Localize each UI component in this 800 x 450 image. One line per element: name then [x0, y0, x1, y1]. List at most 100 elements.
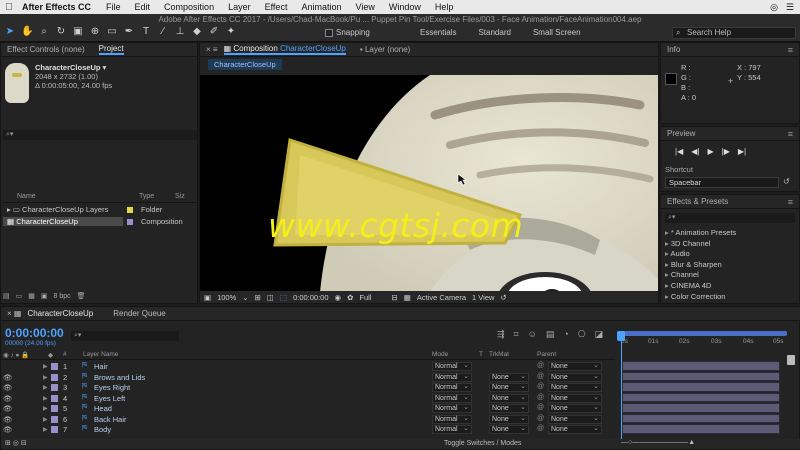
type-tool-icon[interactable]: T	[140, 26, 152, 38]
brush-tool-icon[interactable]: ∕	[157, 26, 169, 38]
visibility-eye-icon[interactable]: 👁	[3, 383, 13, 392]
zoom-tool-icon[interactable]: ⌕	[38, 26, 50, 38]
column-layer-name[interactable]: Layer Name	[83, 351, 118, 358]
comp-flowchart-icon[interactable]: ⇶	[497, 329, 505, 340]
hand-tool-icon[interactable]: ✋	[21, 26, 33, 38]
layer-parent-dropdown[interactable]: None	[548, 362, 602, 371]
new-composition-icon[interactable]: ▦	[28, 292, 35, 300]
panel-menu-icon[interactable]: ≡	[788, 45, 793, 55]
layer-parent-dropdown[interactable]: None	[548, 404, 602, 413]
pick-whip-icon[interactable]: @	[537, 415, 544, 422]
layer-duration-bar[interactable]	[622, 361, 780, 371]
view-layout-dropdown[interactable]: 1 View	[472, 293, 494, 302]
always-preview-icon[interactable]: ▣	[204, 293, 211, 302]
region-of-interest-icon[interactable]: ⬚	[280, 293, 287, 302]
layer-label-swatch[interactable]	[51, 415, 58, 423]
visibility-eye-icon[interactable]: 👁	[3, 425, 13, 434]
column-number[interactable]: #	[63, 351, 67, 358]
clone-stamp-tool-icon[interactable]: ⊥	[174, 26, 186, 38]
expand-triangle-icon[interactable]: ▶	[43, 384, 48, 391]
layer-trkmat-dropdown[interactable]: None	[489, 383, 529, 392]
effects-category[interactable]: 3D Channel	[665, 239, 736, 250]
layer-label-swatch[interactable]	[51, 405, 58, 412]
menu-edit[interactable]: Edit	[128, 2, 158, 12]
pick-whip-icon[interactable]: @	[537, 362, 544, 369]
layer-parent-dropdown[interactable]: None	[548, 393, 602, 403]
panel-menu-icon[interactable]: ≡	[788, 129, 793, 139]
project-search-input[interactable]: ⌕▾	[3, 130, 197, 140]
layer-duration-bar[interactable]	[622, 403, 780, 413]
layer-mode-dropdown[interactable]: Normal	[432, 404, 472, 413]
timeline-timecode[interactable]: 0:00:00:00	[5, 326, 64, 340]
snapping-toggle[interactable]: Snapping	[325, 28, 370, 37]
new-folder-icon[interactable]: ▭	[16, 292, 23, 300]
timeline-layer-row[interactable]: 👁 ▶ 3 ⛿ Eyes Right Normal None @ None	[1, 382, 615, 393]
tab-layer[interactable]: ▪ Layer (none)	[360, 45, 410, 54]
label-color-swatch[interactable]	[127, 218, 133, 225]
layer-duration-bar[interactable]	[622, 413, 780, 423]
camera-dropdown[interactable]: Active Camera	[417, 293, 466, 302]
visibility-eye-icon[interactable]: 👁	[3, 394, 13, 403]
pick-whip-icon[interactable]: @	[537, 373, 544, 380]
search-help-field[interactable]: ⌕ Search Help	[672, 27, 796, 39]
interpret-footage-icon[interactable]: ▤	[3, 292, 10, 300]
info-panel-title[interactable]: Info	[667, 45, 680, 54]
resolution-dropdown[interactable]: Full	[359, 293, 371, 302]
layer-label-swatch[interactable]	[51, 373, 58, 381]
timeline-footer-icons[interactable]: ⊞ ◎ ⊟	[5, 439, 27, 447]
pen-tool-icon[interactable]: ✒	[123, 26, 135, 38]
roto-brush-tool-icon[interactable]: ✐	[208, 26, 220, 38]
pick-whip-icon[interactable]: @	[537, 383, 544, 390]
menu-help[interactable]: Help	[428, 2, 461, 12]
eraser-tool-icon[interactable]: ◆	[191, 26, 203, 38]
layer-duration-bar[interactable]	[622, 371, 780, 381]
column-trkmat[interactable]: TrkMat	[489, 351, 509, 358]
layer-duration-bar[interactable]	[622, 424, 780, 434]
av-features-icon[interactable]: ◉ ♪ ● 🔒	[3, 351, 29, 359]
menu-animation[interactable]: Animation	[294, 2, 348, 12]
layer-label-swatch[interactable]	[51, 426, 58, 433]
creative-cloud-icon[interactable]: ◎	[770, 2, 778, 13]
layer-parent-dropdown[interactable]: None	[548, 383, 602, 392]
motion-blur-icon[interactable]: ◔	[563, 329, 568, 340]
last-frame-icon[interactable]: ▶|	[738, 147, 746, 156]
layer-mode-dropdown[interactable]: Normal	[432, 372, 472, 382]
panel-menu-icon[interactable]: ≡	[788, 197, 793, 207]
layer-name[interactable]: Head	[94, 404, 112, 413]
layer-name[interactable]: Hair	[94, 362, 108, 371]
next-frame-icon[interactable]: |▶	[722, 147, 730, 156]
effects-category[interactable]: Channel	[665, 270, 736, 281]
graph-icon[interactable]: ◪	[595, 329, 604, 340]
menu-effect[interactable]: Effect	[258, 2, 295, 12]
viewer-timecode[interactable]: 0:00:00:00	[293, 293, 328, 302]
column-name[interactable]: Name	[3, 193, 123, 202]
layer-name[interactable]: Eyes Right	[94, 383, 130, 392]
project-row[interactable]: ▸ ▭ CharacterCloseUp Layers Folder	[3, 204, 197, 215]
visibility-eye-icon[interactable]: 👁	[3, 373, 13, 382]
grid-icon[interactable]: ⊞	[255, 293, 261, 302]
visibility-eye-icon[interactable]: 👁	[3, 404, 13, 413]
show-channel-icon[interactable]: ✿	[347, 293, 353, 302]
expand-triangle-icon[interactable]: ▶	[43, 405, 48, 412]
draft-3d-icon[interactable]: ⌗	[514, 329, 519, 340]
timeline-layer-row[interactable]: 👁 ▶ 2 ⛿ Brows and Lids Normal None @ Non…	[1, 372, 615, 383]
effects-panel-title[interactable]: Effects & Presets	[667, 197, 728, 206]
timeline-layer-row[interactable]: 👁 ▶ 6 ⛿ Back Hair Normal None @ None	[1, 414, 615, 425]
layer-parent-dropdown[interactable]: None	[548, 414, 602, 424]
effects-category[interactable]: Blur & Sharpen	[665, 260, 736, 271]
frame-blending-icon[interactable]: ▤	[546, 329, 555, 340]
composition-viewer[interactable]	[200, 75, 658, 292]
layer-name[interactable]: Eyes Left	[94, 394, 125, 403]
layer-mode-dropdown[interactable]: Normal	[432, 393, 472, 403]
effects-category[interactable]: Audio	[665, 249, 736, 260]
menu-view[interactable]: View	[348, 2, 381, 12]
expand-triangle-icon[interactable]: ▶	[43, 363, 48, 370]
timeline-search-input[interactable]: ⌕▾	[71, 331, 179, 341]
column-t[interactable]: T	[479, 351, 483, 358]
bpc-label[interactable]: 8 bpc	[54, 293, 71, 300]
zoom-dropdown[interactable]: 100%	[217, 293, 236, 302]
layer-trkmat-dropdown[interactable]: None	[489, 404, 529, 413]
expand-triangle-icon[interactable]: ▶	[43, 374, 48, 381]
expand-triangle-icon[interactable]: ▶	[43, 395, 48, 402]
layer-name[interactable]: Brows and Lids	[94, 373, 145, 382]
